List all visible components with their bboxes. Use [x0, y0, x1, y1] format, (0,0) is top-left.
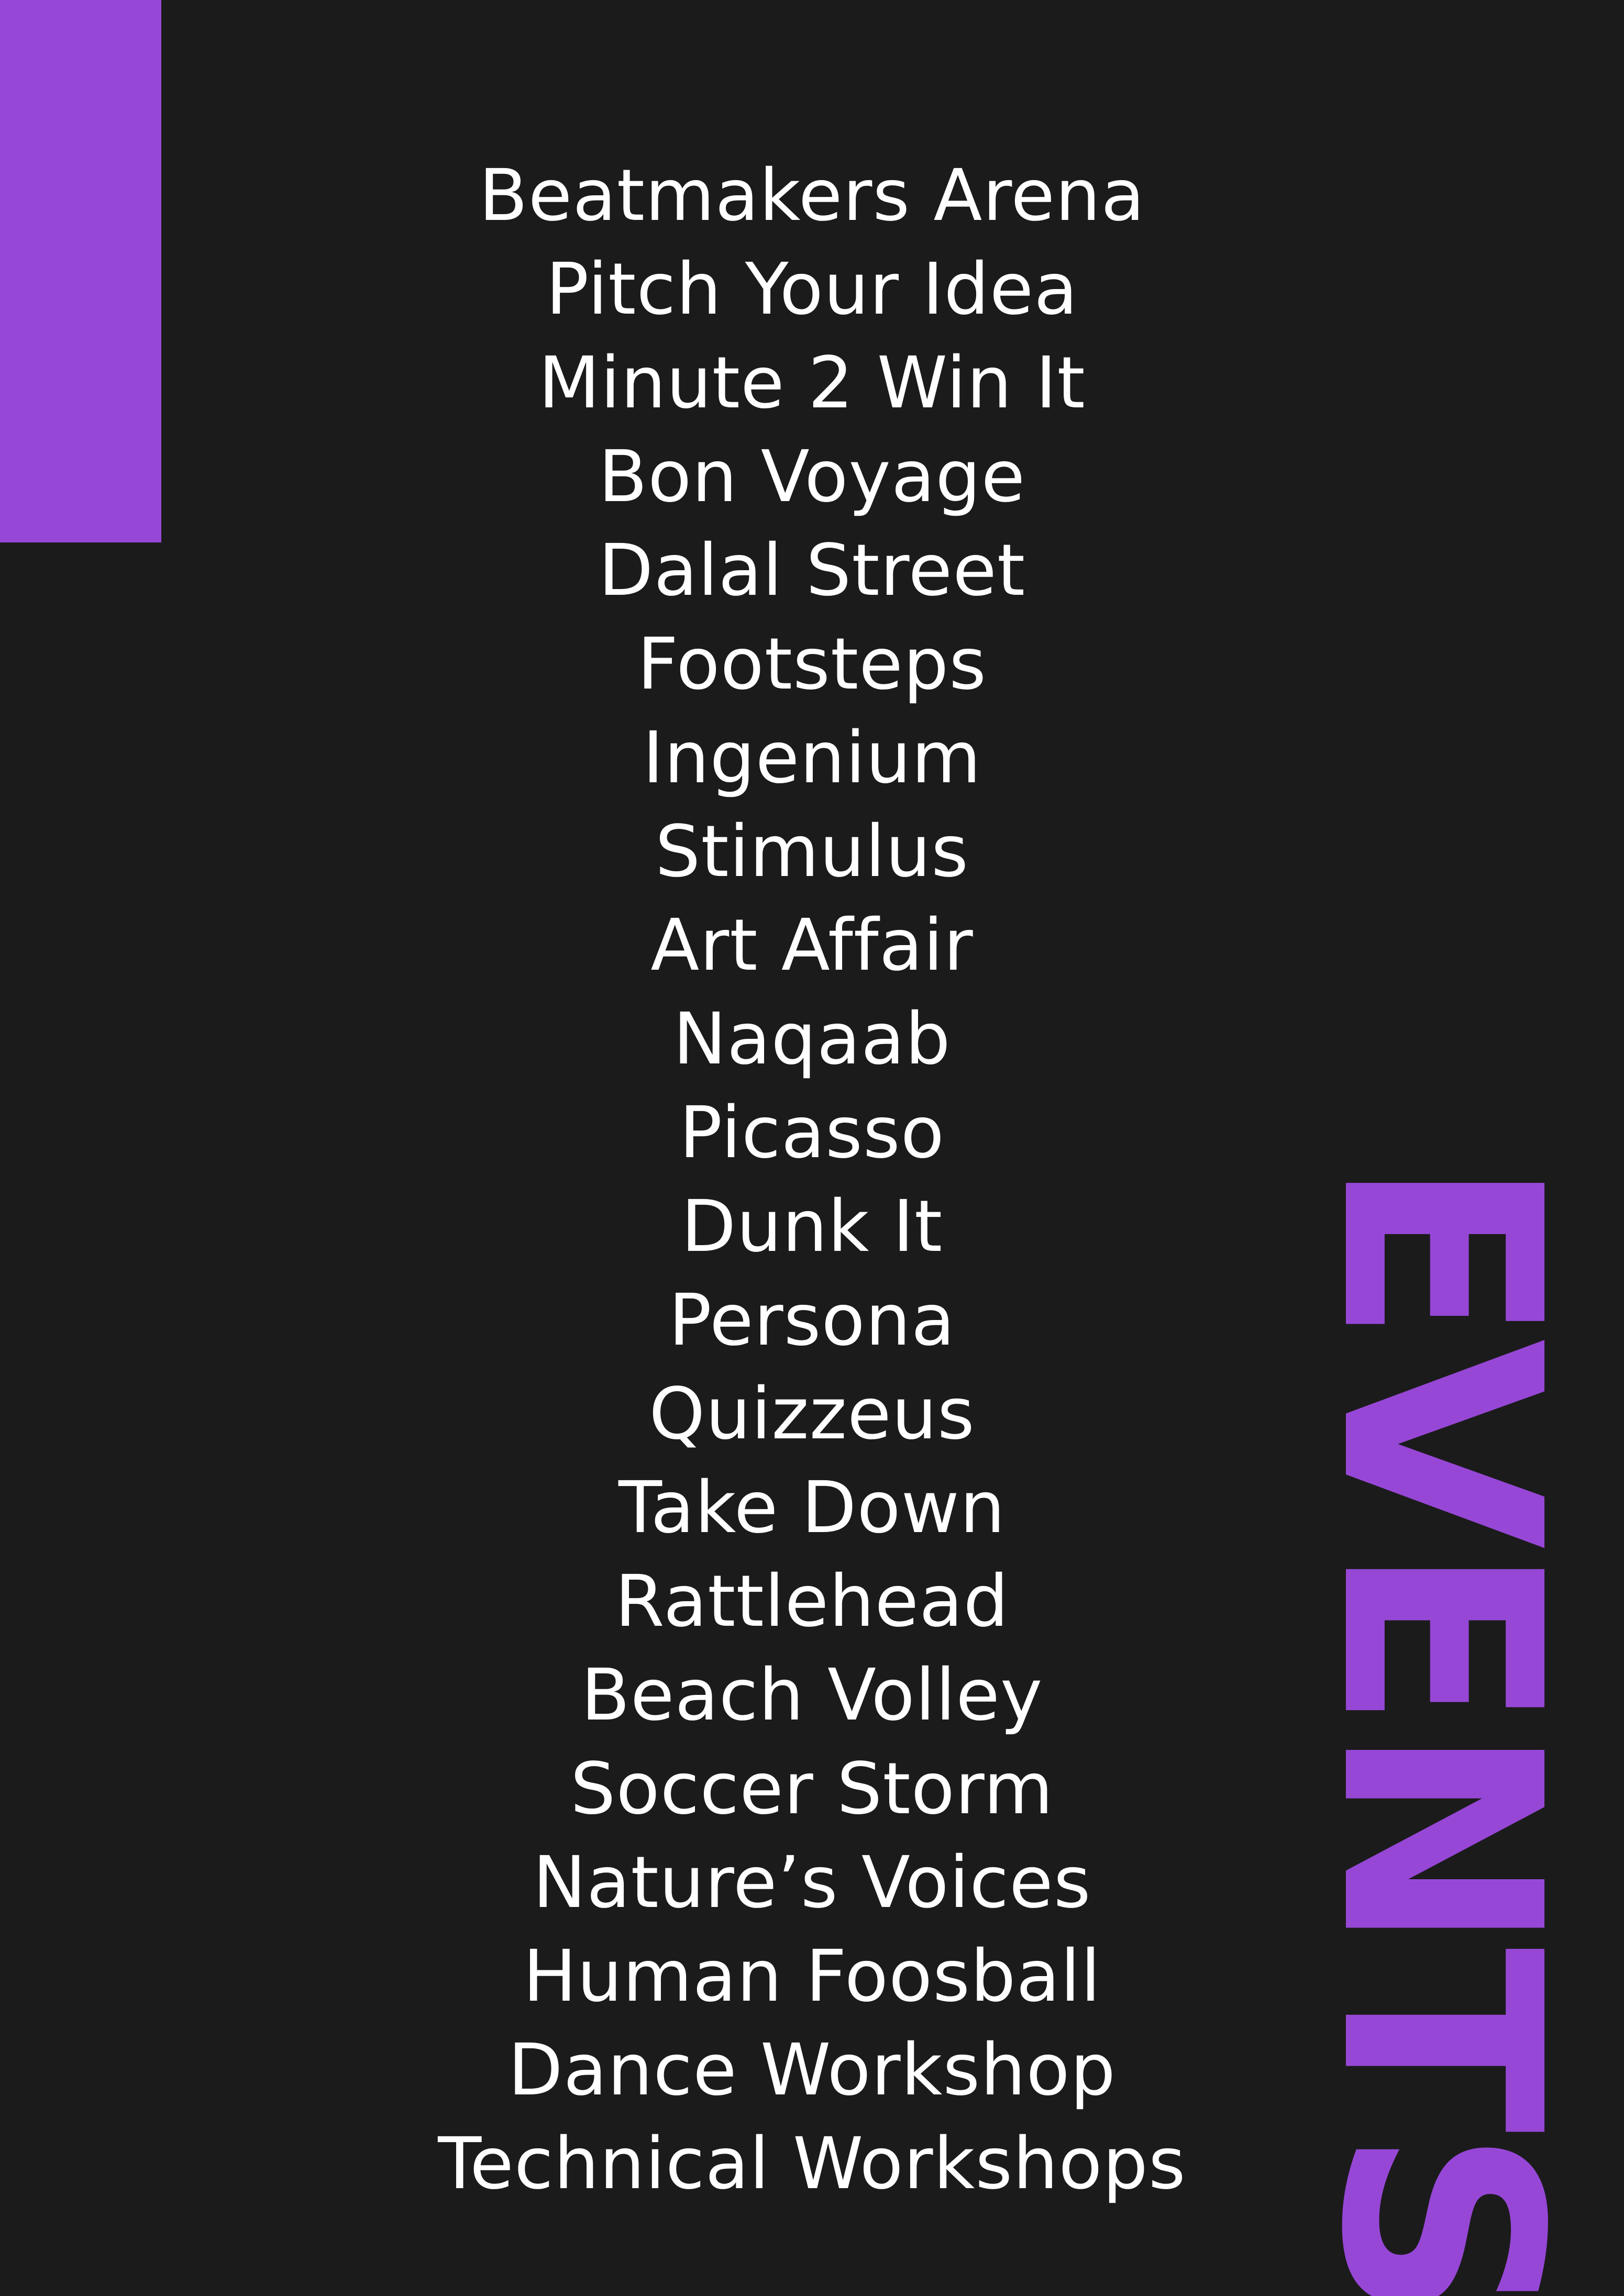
- event-item: Beatmakers Arena: [479, 154, 1145, 237]
- event-item: Art Affair: [650, 904, 974, 987]
- event-item: Naqaab: [673, 998, 951, 1081]
- event-item: Stimulus: [655, 811, 969, 893]
- event-item: Bon Voyage: [598, 436, 1026, 518]
- event-item: Ingenium: [643, 717, 981, 800]
- event-item: Dalal Street: [598, 529, 1026, 612]
- events-title: EVENTS: [1281, 1158, 1599, 2296]
- event-item: Footsteps: [637, 623, 987, 706]
- events-poster: Beatmakers Arena Pitch Your Idea Minute …: [0, 0, 1624, 2296]
- event-item: Minute 2 Win It: [538, 342, 1086, 425]
- event-item: Pitch Your Idea: [546, 248, 1078, 331]
